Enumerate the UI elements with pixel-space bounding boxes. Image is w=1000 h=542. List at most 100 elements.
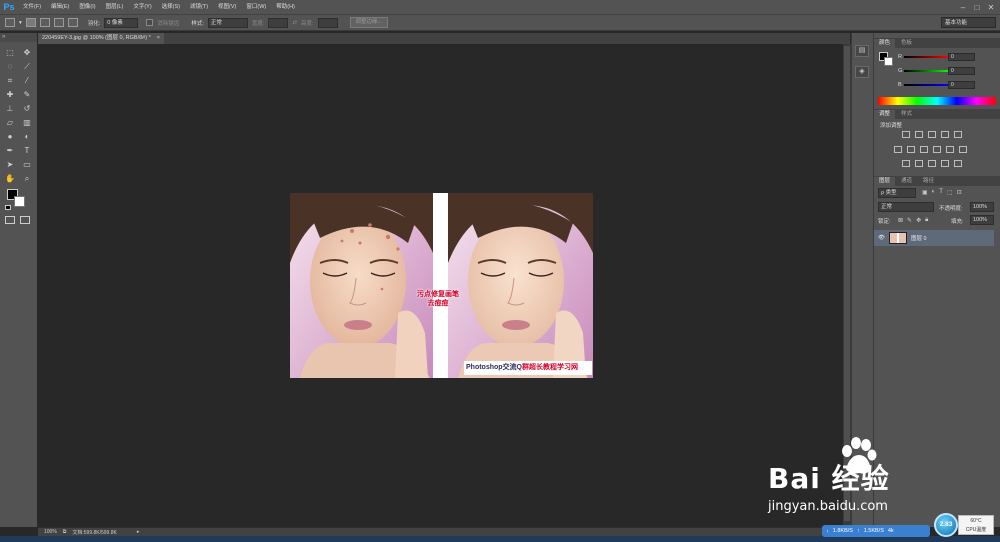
selective-color-icon[interactable] bbox=[954, 160, 962, 167]
color-spectrum-bar[interactable] bbox=[878, 97, 996, 105]
minimize-button[interactable]: – bbox=[956, 0, 970, 14]
brush-tool-icon[interactable]: ✎ bbox=[21, 89, 33, 100]
fill-input[interactable]: 100% bbox=[970, 215, 994, 225]
channel-g-slider[interactable] bbox=[904, 70, 948, 72]
menu-image[interactable]: 图像(I) bbox=[74, 0, 100, 14]
opacity-input[interactable]: 100% bbox=[970, 202, 994, 212]
tab-swatches[interactable]: 色板 bbox=[896, 39, 917, 48]
layer-kind-filter[interactable]: ρ 类型 bbox=[878, 188, 916, 198]
lock-transparency-icon[interactable]: ⊠ bbox=[898, 217, 903, 224]
vibrance-icon[interactable] bbox=[954, 131, 962, 138]
height-input[interactable] bbox=[317, 17, 338, 28]
path-select-tool-icon[interactable]: ➤ bbox=[4, 159, 16, 170]
menu-view[interactable]: 视图(V) bbox=[213, 0, 241, 14]
hand-tool-icon[interactable]: ✋ bbox=[4, 173, 16, 184]
invert-icon[interactable] bbox=[902, 160, 910, 167]
menu-help[interactable]: 帮助(H) bbox=[271, 0, 300, 14]
style-select[interactable]: 正常 bbox=[207, 17, 248, 28]
eye-icon[interactable]: 👁︎ bbox=[878, 235, 885, 241]
refine-edge-button[interactable]: 调整边缘... bbox=[349, 17, 389, 28]
width-input[interactable] bbox=[268, 17, 289, 28]
menu-file[interactable]: 文件(F) bbox=[18, 0, 46, 14]
zoom-level[interactable]: 100% bbox=[44, 529, 57, 535]
blend-mode-select[interactable]: 正常 bbox=[878, 202, 934, 212]
blur-tool-icon[interactable]: ● bbox=[4, 131, 16, 142]
type-tool-icon[interactable]: T bbox=[21, 145, 33, 156]
color-bg-swatch[interactable] bbox=[884, 57, 893, 66]
menu-type[interactable]: 文字(Y) bbox=[128, 0, 156, 14]
channel-r-value[interactable]: 0 bbox=[948, 53, 975, 61]
document-image[interactable]: 污点修复画笔 去痘痘 Photoshop交流Q群超长教程学习网 bbox=[290, 193, 593, 378]
subtract-selection-icon[interactable] bbox=[53, 18, 64, 27]
healing-brush-tool-icon[interactable]: ✚ bbox=[4, 89, 16, 100]
channel-g-value[interactable]: 0 bbox=[948, 67, 975, 75]
eraser-tool-icon[interactable]: ▱ bbox=[4, 117, 16, 128]
history-brush-tool-icon[interactable]: ↺ bbox=[21, 103, 33, 114]
screen-mode-icon[interactable] bbox=[20, 216, 30, 224]
properties-panel-icon[interactable]: ◈ bbox=[855, 66, 869, 78]
menu-select[interactable]: 选择(S) bbox=[157, 0, 185, 14]
default-colors-icon[interactable] bbox=[5, 205, 11, 210]
maximize-button[interactable]: □ bbox=[970, 0, 984, 14]
tab-paths[interactable]: 路径 bbox=[918, 177, 939, 186]
hue-sat-icon[interactable] bbox=[894, 146, 902, 153]
toolbox-collapse-icon[interactable]: » bbox=[0, 33, 37, 42]
feather-input[interactable]: 0 像素 bbox=[104, 17, 139, 28]
gradient-map-icon[interactable] bbox=[941, 160, 949, 167]
menu-edit[interactable]: 编辑(E) bbox=[46, 0, 74, 14]
curves-icon[interactable] bbox=[928, 131, 936, 138]
type-filter-icon[interactable]: T bbox=[939, 189, 943, 196]
threshold-icon[interactable] bbox=[928, 160, 936, 167]
add-selection-icon[interactable] bbox=[39, 18, 50, 27]
antialias-checkbox[interactable] bbox=[146, 19, 154, 26]
quick-mask-icon[interactable] bbox=[5, 216, 15, 224]
tab-layers[interactable]: 图层 bbox=[874, 177, 896, 186]
posterize-icon[interactable] bbox=[915, 160, 923, 167]
quick-select-tool-icon[interactable]: ⟋ bbox=[21, 61, 33, 72]
document-tab[interactable]: 220459EY-3.jpg @ 100% (图层 0, RGB/8#) * × bbox=[38, 33, 164, 44]
clone-stamp-tool-icon[interactable]: ⊥ bbox=[4, 103, 16, 114]
background-color-swatch[interactable] bbox=[14, 196, 25, 207]
brightness-icon[interactable] bbox=[902, 131, 910, 138]
color-balance-icon[interactable] bbox=[907, 146, 915, 153]
pen-tool-icon[interactable]: ✒ bbox=[4, 145, 16, 156]
zoom-tool-icon[interactable]: ⌕ bbox=[21, 173, 33, 184]
channel-b-value[interactable]: 0 bbox=[948, 81, 975, 89]
move-tool-icon[interactable]: ✥ bbox=[21, 47, 33, 58]
close-button[interactable]: ✕ bbox=[984, 0, 998, 14]
exposure-icon[interactable] bbox=[941, 131, 949, 138]
swap-icon[interactable]: ⇄ bbox=[292, 20, 297, 26]
channel-r-slider[interactable] bbox=[904, 56, 948, 58]
photo-filter-icon[interactable] bbox=[933, 146, 941, 153]
marquee-tool-icon[interactable]: ⬚ bbox=[4, 47, 16, 58]
menu-layer[interactable]: 图层(L) bbox=[101, 0, 129, 14]
color-lookup-icon[interactable] bbox=[959, 146, 967, 153]
smart-filter-icon[interactable]: ⊡ bbox=[957, 189, 962, 196]
tab-adjustments[interactable]: 调整 bbox=[874, 110, 896, 119]
pixel-filter-icon[interactable]: ▣ bbox=[922, 189, 928, 196]
new-selection-icon[interactable] bbox=[25, 18, 36, 27]
gradient-tool-icon[interactable]: ▥ bbox=[21, 117, 33, 128]
crop-tool-icon[interactable]: ⌗ bbox=[4, 75, 16, 86]
layer-row[interactable]: 👁︎ 图层 0 bbox=[874, 230, 994, 246]
chevron-down-icon[interactable]: ▾ bbox=[19, 20, 22, 26]
tab-styles[interactable]: 样式 bbox=[896, 110, 917, 119]
dodge-tool-icon[interactable]: ◐ bbox=[21, 131, 33, 142]
menu-window[interactable]: 窗口(W) bbox=[241, 0, 271, 14]
rectangle-tool-icon[interactable]: ▭ bbox=[21, 159, 33, 170]
history-panel-icon[interactable]: ▤ bbox=[855, 45, 869, 57]
adjust-filter-icon[interactable]: ◐ bbox=[932, 189, 936, 196]
rect-marquee-icon[interactable] bbox=[5, 18, 15, 27]
lock-position-icon[interactable]: ✥ bbox=[916, 217, 921, 224]
black-white-icon[interactable] bbox=[920, 146, 928, 153]
tab-channels[interactable]: 通道 bbox=[896, 177, 917, 186]
workspace-select[interactable]: 基本功能 bbox=[941, 17, 996, 28]
channel-b-slider[interactable] bbox=[904, 84, 948, 86]
lasso-tool-icon[interactable]: ◌ bbox=[4, 61, 16, 72]
tab-color[interactable]: 颜色 bbox=[874, 39, 896, 48]
channel-mixer-icon[interactable] bbox=[946, 146, 954, 153]
intersect-selection-icon[interactable] bbox=[67, 18, 78, 27]
layer-name[interactable]: 图层 0 bbox=[911, 234, 927, 242]
tab-close-icon[interactable]: × bbox=[157, 33, 160, 44]
lock-pixels-icon[interactable]: ✎ bbox=[907, 217, 912, 224]
